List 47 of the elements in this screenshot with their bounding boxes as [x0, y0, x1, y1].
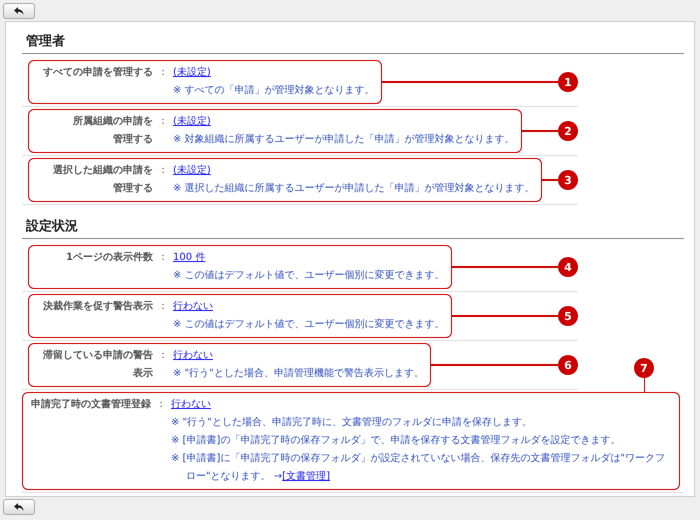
callout-number: 4: [558, 257, 578, 277]
callout-number: 6: [558, 355, 578, 375]
setting-value-link[interactable]: (未設定): [173, 165, 211, 176]
setting-label: 申請完了時の文書管理登録: [31, 397, 151, 412]
back-icon: [13, 6, 25, 16]
separator: :: [160, 251, 166, 265]
section-heading: 管理者: [22, 28, 684, 54]
setting-value-link[interactable]: 行わない: [173, 350, 213, 361]
separator: :: [160, 164, 166, 178]
note-text: ※ [申請書]の「申請完了時の保存フォルダ」で、申請を保存する文書管理フォルダを設定できます。: [171, 434, 622, 448]
note-text: ※ この値はデフォルト値で、ユーザー個別に変更できます。: [173, 268, 445, 283]
callout-number: 7: [634, 358, 654, 378]
setting-label: 1ページの表示件数: [66, 250, 153, 265]
note-text: ※ [申請書]に「申請完了時の保存フォルダ」が設定されていない場合、保存先の文書管理フォルダは"ワークフロー"となります。 →[文書管理]: [171, 452, 666, 484]
document-management-link[interactable]: [文書管理]: [282, 471, 330, 482]
setting-value-link[interactable]: 行わない: [173, 301, 213, 312]
setting-label: 管理する: [113, 132, 153, 147]
callout-number: 3: [558, 170, 578, 190]
separator: :: [160, 115, 166, 129]
note-text: ※ この値はデフォルト値で、ユーザー個別に変更できます。: [173, 318, 445, 332]
note-text: ※ "行う"とした場合、申請管理機能で警告表示します。: [173, 366, 424, 381]
note-text: ※ すべての「申請」が管理対象となります。: [173, 84, 375, 98]
setting-label: 表示: [133, 366, 153, 381]
setting-value-link[interactable]: 行わない: [171, 399, 211, 410]
separator: :: [160, 66, 166, 80]
callout-number: 5: [558, 306, 578, 326]
note-text: ※ 対象組織に所属するユーザーが申請した「申請」が管理対象となります。: [173, 132, 515, 147]
note-text: ※ "行う"とした場合、申請完了時に、文書管理のフォルダに申請を保存します。: [171, 416, 533, 430]
setting-value-link[interactable]: (未設定): [173, 67, 211, 78]
note-text: ※ 選択した組織に所属するユーザーが申請した「申請」が管理対象となります。: [173, 182, 535, 196]
setting-value-link[interactable]: (未設定): [173, 116, 211, 127]
setting-label: 滞留している申請の警告: [43, 348, 153, 363]
separator: :: [158, 398, 164, 412]
callout-number: 2: [558, 121, 578, 141]
separator: :: [160, 349, 166, 363]
setting-label: 決裁作業を促す警告表示: [43, 300, 153, 314]
back-icon: [13, 502, 25, 512]
callout-number: 1: [558, 72, 578, 92]
back-button[interactable]: [3, 498, 35, 514]
setting-value-link[interactable]: 100 件: [173, 252, 206, 263]
setting-label: 選択した組織の申請を: [53, 164, 153, 178]
separator: :: [160, 300, 166, 314]
setting-label: 所属組織の申請を: [73, 114, 153, 129]
back-button[interactable]: [3, 2, 35, 18]
setting-label: すべての申請を管理する: [43, 66, 153, 80]
setting-label: 管理する: [113, 182, 153, 196]
section-heading: 設定状況: [22, 213, 684, 239]
